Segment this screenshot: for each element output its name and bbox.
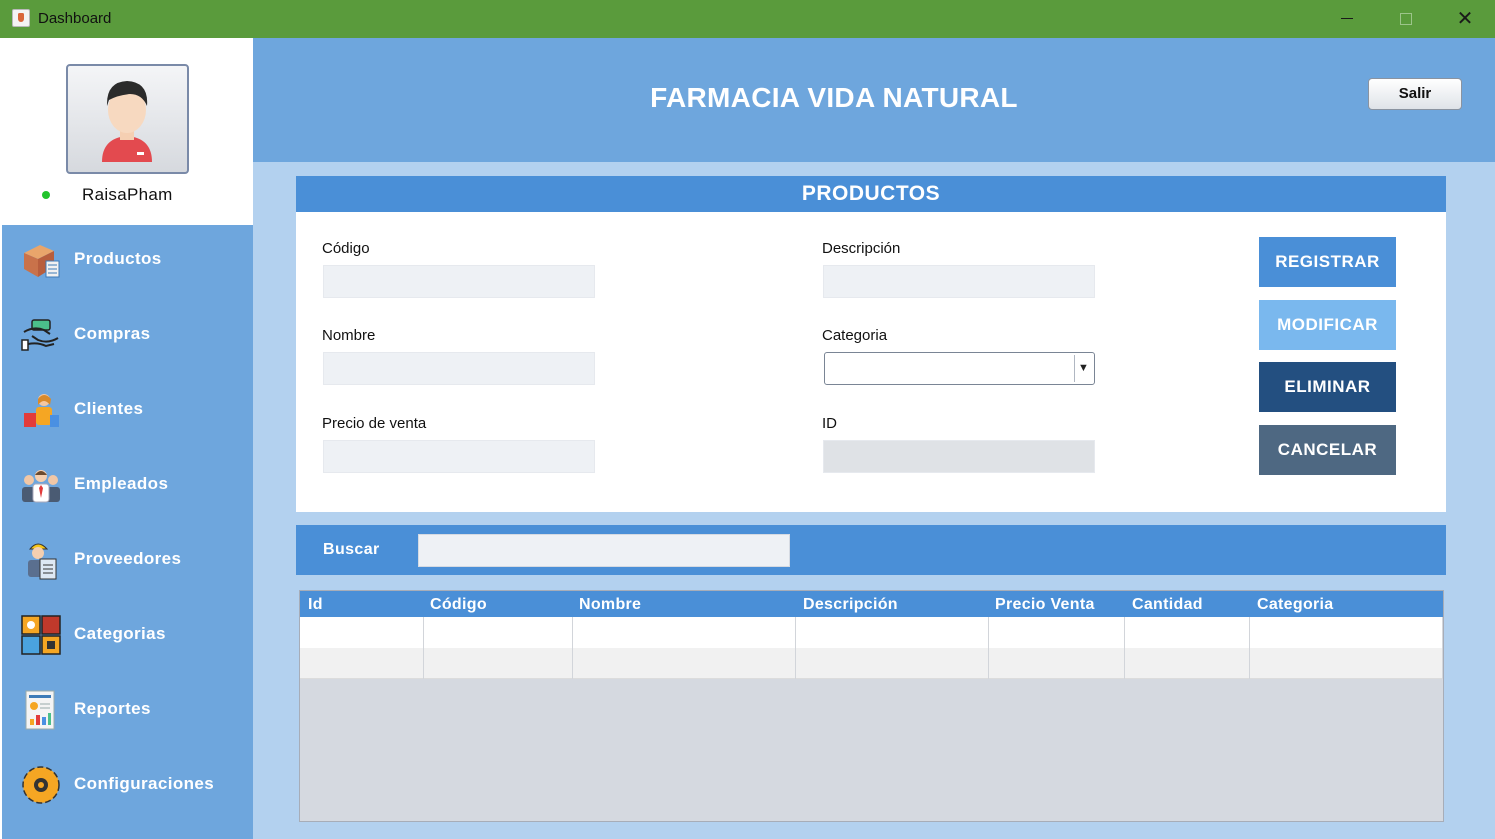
categoria-select[interactable]: ▼ xyxy=(824,352,1095,385)
maximize-icon xyxy=(1400,13,1412,25)
table-header: Id Código Nombre Descripción Precio Vent… xyxy=(300,591,1443,617)
column-divider xyxy=(423,617,424,679)
sidebar-item-label: Proveedores xyxy=(74,549,182,568)
user-profile-panel: RaisaPham xyxy=(2,38,253,225)
eliminar-button[interactable]: ELIMINAR xyxy=(1259,362,1396,412)
sidebar-item-configuraciones[interactable]: Configuraciones xyxy=(2,750,253,810)
column-divider xyxy=(988,617,989,679)
sidebar-item-clientes[interactable]: Clientes xyxy=(2,375,253,435)
precio-label: Precio de venta xyxy=(322,415,427,432)
modificar-button[interactable]: MODIFICAR xyxy=(1259,300,1396,350)
exit-button[interactable]: Salir xyxy=(1368,78,1462,110)
descripcion-label: Descripción xyxy=(822,240,901,257)
descripcion-field[interactable] xyxy=(823,265,1095,298)
user-avatar-icon xyxy=(102,81,152,162)
online-status-indicator xyxy=(42,191,50,199)
column-divider xyxy=(1442,617,1443,679)
username: RaisaPham xyxy=(82,185,173,204)
window-titlebar: Dashboard ✕ xyxy=(0,0,1495,38)
categoria-label: Categoria xyxy=(822,327,888,344)
minimize-button[interactable] xyxy=(1318,0,1376,38)
close-icon: ✕ xyxy=(1456,8,1474,30)
sidebar-item-label: Categorias xyxy=(74,624,166,643)
search-label: Buscar xyxy=(323,541,380,558)
avatar xyxy=(66,64,189,174)
money-hands-icon xyxy=(21,319,59,351)
maximize-button[interactable] xyxy=(1377,0,1435,38)
id-label: ID xyxy=(822,415,837,432)
close-button[interactable]: ✕ xyxy=(1436,0,1494,38)
sidebar-item-empleados[interactable]: Empleados xyxy=(2,450,253,510)
search-bar: Buscar xyxy=(296,525,1446,575)
sidebar-item-label: Productos xyxy=(74,249,162,268)
sidebar: Productos Compras Clientes Empleados Pro… xyxy=(2,225,253,839)
sidebar-item-label: Reportes xyxy=(74,699,151,718)
window-title: Dashboard xyxy=(38,10,112,27)
registrar-button[interactable]: REGISTRAR xyxy=(1259,237,1396,287)
codigo-label: Código xyxy=(322,240,370,257)
box-icon xyxy=(24,245,60,278)
sidebar-item-compras[interactable]: Compras xyxy=(2,300,253,360)
precio-field[interactable] xyxy=(323,440,595,473)
sidebar-item-proveedores[interactable]: Proveedores xyxy=(2,525,253,585)
team-icon xyxy=(22,470,60,503)
table-row[interactable] xyxy=(300,648,1443,679)
sidebar-item-categorias[interactable]: Categorias xyxy=(2,600,253,660)
products-table[interactable]: Id Código Nombre Descripción Precio Vent… xyxy=(299,590,1444,822)
codigo-field[interactable] xyxy=(323,265,595,298)
supplier-icon xyxy=(28,543,57,580)
column-divider xyxy=(795,617,796,679)
search-input[interactable] xyxy=(418,534,790,567)
customer-icon xyxy=(24,394,59,427)
column-header-codigo[interactable]: Código xyxy=(430,596,487,614)
java-app-icon xyxy=(12,9,30,27)
sidebar-item-reportes[interactable]: Reportes xyxy=(2,675,253,735)
cancelar-button[interactable]: CANCELAR xyxy=(1259,425,1396,475)
column-header-precio-venta[interactable]: Precio Venta xyxy=(995,596,1095,614)
sidebar-item-label: Configuraciones xyxy=(74,774,215,793)
sidebar-item-label: Compras xyxy=(74,324,151,343)
table-row[interactable] xyxy=(300,617,1443,648)
column-header-categoria[interactable]: Categoria xyxy=(1257,596,1334,614)
gear-icon xyxy=(22,766,60,804)
sidebar-item-productos[interactable]: Productos xyxy=(2,225,253,285)
column-divider xyxy=(1124,617,1125,679)
minimize-icon xyxy=(1341,18,1353,19)
product-form-panel: PRODUCTOS Código Descripción Nombre Cate… xyxy=(296,176,1446,512)
column-header-id[interactable]: Id xyxy=(308,596,323,614)
form-title: PRODUCTOS xyxy=(296,176,1446,212)
sidebar-item-label: Clientes xyxy=(74,399,144,418)
column-divider xyxy=(572,617,573,679)
page-title: FARMACIA VIDA NATURAL xyxy=(650,82,1018,113)
id-field xyxy=(823,440,1095,473)
chevron-down-icon[interactable]: ▼ xyxy=(1074,355,1092,382)
report-icon xyxy=(25,690,55,730)
column-header-nombre[interactable]: Nombre xyxy=(579,596,641,614)
sidebar-item-label: Empleados xyxy=(74,474,169,493)
column-header-descripcion[interactable]: Descripción xyxy=(803,596,898,614)
nombre-field[interactable] xyxy=(323,352,595,385)
column-header-cantidad[interactable]: Cantidad xyxy=(1132,596,1203,614)
nombre-label: Nombre xyxy=(322,327,376,344)
categories-icon xyxy=(21,615,61,655)
column-divider xyxy=(1249,617,1250,679)
